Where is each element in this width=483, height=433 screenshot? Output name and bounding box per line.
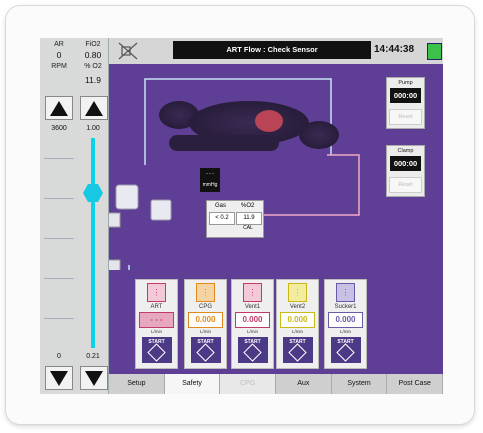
- fio2-scale-bottom: 0.21: [86, 353, 100, 360]
- pump-name: ART: [150, 304, 163, 310]
- rpm-scale-bottom: 0: [57, 353, 61, 360]
- heater-icon[interactable]: [109, 212, 121, 228]
- pump-icon: ⋮: [288, 283, 307, 302]
- start-button[interactable]: START: [141, 337, 172, 363]
- flow-value: - - -: [139, 312, 174, 328]
- oxygenator-icon: [115, 184, 139, 210]
- down-arrow-icon: [50, 370, 68, 386]
- gas-value: < 0.2: [209, 212, 235, 225]
- start-button[interactable]: START: [237, 337, 268, 363]
- start-button[interactable]: START: [282, 337, 313, 363]
- tab-setup[interactable]: Setup: [109, 374, 165, 394]
- pump-icon: ⋮: [147, 283, 166, 302]
- diamond-icon: [336, 343, 355, 362]
- diamond-icon: [243, 343, 262, 362]
- pump-timer-box: Pump 000:00 Reset: [386, 77, 425, 129]
- tab-safety[interactable]: Safety: [164, 374, 221, 394]
- pump-reset-button[interactable]: Reset: [389, 109, 422, 125]
- pump-card-art[interactable]: ⋮ ART - - - L/min START: [135, 279, 178, 369]
- alert-message: ART Flow : Check Sensor: [173, 41, 371, 59]
- clamp-timer-title: Clamp: [397, 148, 414, 154]
- patient-silhouette: [159, 101, 339, 151]
- up-arrow-icon: [85, 100, 103, 116]
- pump-card-cpg[interactable]: ⋮ CPG 0.000 L/min START: [184, 279, 227, 369]
- clock: 14:44:38: [374, 44, 415, 55]
- flow-unit: L/min: [291, 329, 303, 334]
- start-button[interactable]: START: [330, 337, 361, 363]
- diamond-icon: [147, 343, 166, 362]
- pump-icon: ⋮: [243, 283, 262, 302]
- cal-button[interactable]: CAL: [236, 225, 260, 231]
- flow-value: 0.000: [328, 312, 363, 328]
- circuit-diagram: [109, 78, 360, 270]
- tab-post-case[interactable]: Post Case: [387, 374, 443, 394]
- pump-name: CPG: [198, 304, 212, 310]
- clamp-timer-display: 000:00: [390, 156, 421, 171]
- rpm-scale[interactable]: [44, 138, 74, 348]
- o2-value: 11.9: [236, 212, 262, 225]
- fio2-value: 0.80: [84, 50, 102, 60]
- status-bar: ART Flow : Check Sensor 14:44:38: [109, 38, 443, 64]
- settings-icon[interactable]: [109, 259, 121, 270]
- bottom-tab-bar: Setup Safety CPG Aux System Post Case: [109, 374, 443, 394]
- alarm-mute-icon[interactable]: [117, 41, 139, 61]
- pump-name: Sucker1: [334, 304, 357, 310]
- gas-label: Gas: [215, 203, 227, 209]
- rpm-unit: RPM: [51, 63, 67, 70]
- flow-unit: L/min: [339, 329, 351, 334]
- touch-screen: AR 0 RPM 3600 0 FiO2 0.80 % O2 11.9 1.00…: [40, 38, 443, 394]
- fio2-down-button[interactable]: [80, 366, 108, 390]
- flow-unit: L/min: [199, 329, 211, 334]
- fio2-slider-handle[interactable]: [83, 184, 103, 202]
- rpm-value: 0: [56, 50, 62, 60]
- flow-value: 0.000: [235, 312, 270, 328]
- fio2-column: FiO2 0.80 % O2 11.9 1.00 0.21: [78, 38, 109, 394]
- pump-card-vent1[interactable]: ⋮ Vent1 0.000 L/min START: [231, 279, 274, 369]
- flow-value: 0.000: [280, 312, 315, 328]
- down-arrow-icon: [85, 370, 103, 386]
- battery-icon: [427, 43, 442, 60]
- flow-value: 0.000: [188, 312, 223, 328]
- rpm-column: AR 0 RPM 3600 0: [40, 38, 79, 394]
- heart-icon: [255, 110, 283, 132]
- flow-unit: L/min: [150, 329, 162, 334]
- fio2-label: FiO2: [85, 41, 101, 48]
- flow-unit: L/min: [246, 329, 258, 334]
- rpm-up-button[interactable]: [45, 96, 73, 120]
- diamond-icon: [196, 343, 215, 362]
- pressure-monitor[interactable]: - - - mmHg: [200, 168, 220, 192]
- pump-timer-title: Pump: [398, 80, 413, 86]
- pressure-unit: mmHg: [202, 182, 218, 188]
- fio2-scale-top: 1.00: [86, 125, 100, 132]
- pump-head-icon: [150, 199, 172, 221]
- fio2-slider-track[interactable]: [91, 138, 95, 348]
- ar-label: AR: [54, 41, 64, 48]
- pump-name: Vent2: [289, 304, 306, 310]
- pump-icon: ⋮: [196, 283, 215, 302]
- pump-icon: ⋮: [336, 283, 355, 302]
- clamp-reset-button[interactable]: Reset: [389, 177, 422, 193]
- rpm-scale-top: 3600: [51, 125, 67, 132]
- pump-name: Vent1: [244, 304, 261, 310]
- o2-label: %O2: [241, 203, 255, 209]
- rpm-down-button[interactable]: [45, 366, 73, 390]
- tab-system[interactable]: System: [331, 374, 388, 394]
- tab-aux[interactable]: Aux: [276, 374, 332, 394]
- pump-card-vent2[interactable]: ⋮ Vent2 0.000 L/min START: [276, 279, 319, 369]
- fio2-up-button[interactable]: [80, 96, 108, 120]
- fio2-o2-value: 11.9: [85, 75, 101, 85]
- pump-card-sucker1[interactable]: ⋮ Sucker1 0.000 L/min START: [324, 279, 367, 369]
- gas-panel: Gas %O2 < 0.2 11.9 CAL: [206, 200, 264, 238]
- tab-cpg: CPG: [220, 374, 277, 394]
- pump-timer-display: 000:00: [390, 88, 421, 103]
- diamond-icon: [288, 343, 307, 362]
- start-button[interactable]: START: [190, 337, 221, 363]
- pressure-value: - - -: [206, 171, 214, 177]
- fio2-unit: % O2: [84, 63, 102, 70]
- clamp-timer-box: Clamp 000:00 Reset: [386, 145, 425, 197]
- up-arrow-icon: [50, 100, 68, 116]
